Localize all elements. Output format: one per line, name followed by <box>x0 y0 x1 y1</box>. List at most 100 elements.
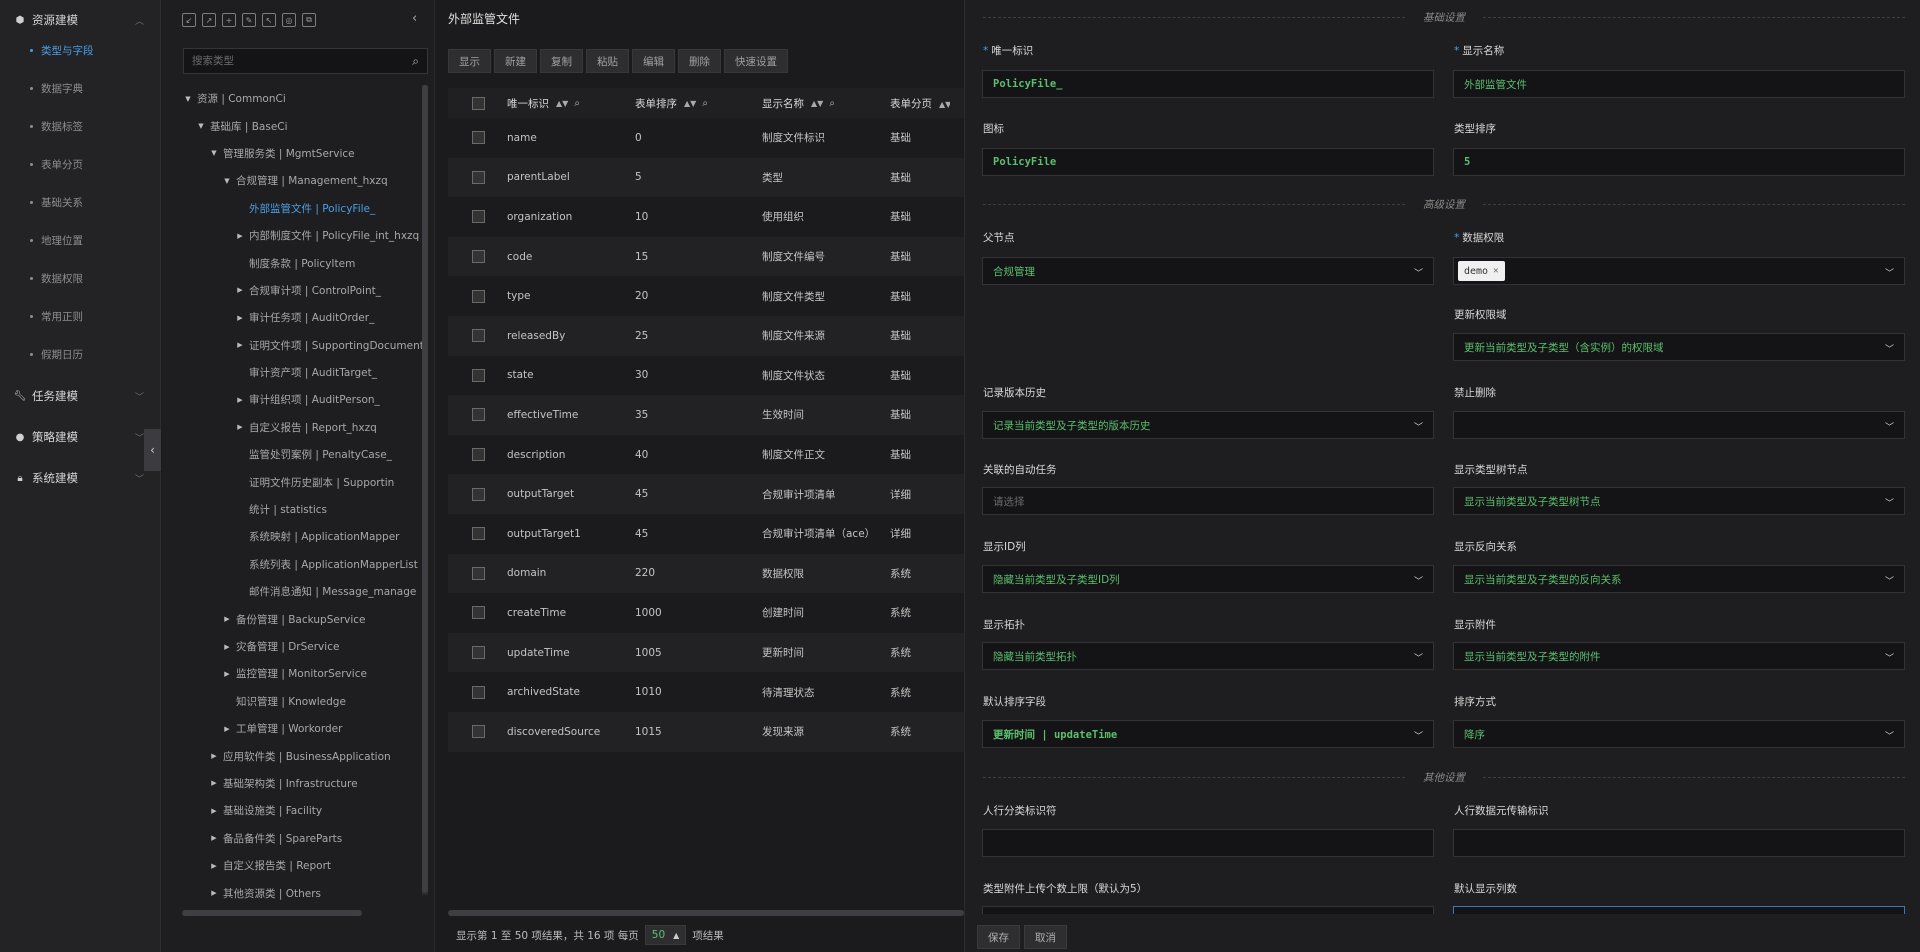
tree-node[interactable]: 外部监管文件 | PolicyFile_ <box>162 195 424 222</box>
import-icon[interactable]: ↙ <box>182 13 196 27</box>
row-checkbox[interactable] <box>472 646 485 660</box>
data-permission-select[interactable]: demo ✕ ﹀ <box>1453 257 1905 285</box>
table-row[interactable]: updateTime 1005 更新时间 系统 <box>448 632 964 673</box>
tree-node[interactable]: ▶ 其他资源类 | Others <box>162 879 424 906</box>
caret-down-icon[interactable]: ▼ <box>221 177 233 185</box>
column-header[interactable]: 显示名称 <box>762 96 804 111</box>
show-attachment-select[interactable]: 显示当前类型及子类型的附件 ﹀ <box>1453 642 1905 670</box>
industry-class-input[interactable] <box>982 829 1434 857</box>
caret-right-icon[interactable]: ▶ <box>208 752 220 760</box>
row-checkbox[interactable] <box>472 408 485 422</box>
nav-item[interactable]: 常用正则 <box>0 297 160 335</box>
table-row[interactable]: description 40 制度文件正文 基础 <box>448 435 964 475</box>
forbid-delete-select[interactable]: ﹀ <box>1453 411 1905 439</box>
nav-item[interactable]: 数据标签 <box>0 107 160 145</box>
show-reverse-relation-select[interactable]: 显示当前类型及子类型的反向关系 ﹀ <box>1453 565 1905 593</box>
focus-icon[interactable]: ◎ <box>282 13 296 27</box>
table-row[interactable]: organization 10 使用组织 基础 <box>448 197 964 237</box>
toolbar-button[interactable]: 删除 <box>678 49 721 73</box>
table-row[interactable]: archivedState 1010 待清理状态 系统 <box>448 672 964 712</box>
caret-right-icon[interactable]: ▶ <box>234 286 246 294</box>
default-sort-field-select[interactable]: 更新时间 | updateTime ﹀ <box>982 720 1434 748</box>
nav-group-policy-modeling[interactable]: ● 策略建模 ﹀ <box>0 426 160 448</box>
caret-right-icon[interactable]: ▶ <box>208 862 220 870</box>
tree-node[interactable]: ▶ 基础架构类 | Infrastructure <box>162 770 424 797</box>
table-row[interactable]: code 15 制度文件编号 基础 <box>448 236 964 277</box>
column-header[interactable]: 表单排序 <box>635 96 677 111</box>
table-row[interactable]: type 20 制度文件类型 基础 <box>448 276 964 316</box>
tree-node[interactable]: ▶ 基础设施类 | Facility <box>162 797 424 824</box>
parent-select[interactable]: 合规管理 ﹀ <box>982 257 1434 285</box>
display-name-input[interactable]: 外部监管文件 <box>1453 70 1905 98</box>
tree-node[interactable]: ▼ 管理服务类 | MgmtService <box>162 140 424 167</box>
page-size-select[interactable]: 50 ▲ <box>644 925 687 945</box>
table-row[interactable]: outputTarget1 45 合规审计项清单（ace） 详细 <box>448 514 964 554</box>
nav-item[interactable]: 表单分页 <box>0 145 160 183</box>
row-checkbox[interactable] <box>472 131 485 145</box>
table-row[interactable]: createTime 1000 创建时间 系统 <box>448 593 964 633</box>
caret-down-icon[interactable]: ▼ <box>208 149 220 157</box>
tree-node[interactable]: 系统映射 | ApplicationMapper <box>162 523 424 550</box>
tree-node[interactable]: ▶ 内部制度文件 | PolicyFile_int_hxzq <box>162 222 424 249</box>
tree-node[interactable]: ▶ 审计组织项 | AuditPerson_ <box>162 386 424 413</box>
attach-limit-input[interactable] <box>982 906 1434 914</box>
tree-node[interactable]: ▶ 备品备件类 | SpareParts <box>162 825 424 852</box>
row-checkbox[interactable] <box>472 368 485 382</box>
tree-node[interactable]: ▶ 自定义报告 | Report_hxzq <box>162 414 424 441</box>
caret-right-icon[interactable]: ▶ <box>234 341 246 349</box>
column-header[interactable]: 唯一标识 <box>507 96 549 111</box>
tree-node[interactable]: ▶ 灾备管理 | DrService <box>162 633 424 660</box>
search-icon[interactable]: ⌕ <box>702 98 708 109</box>
table-row[interactable]: outputTarget 45 合规审计项清单 详细 <box>448 474 964 514</box>
tree-node[interactable]: 邮件消息通知 | Message_manage <box>162 578 424 605</box>
close-icon[interactable]: ✕ <box>1493 266 1498 276</box>
show-topology-select[interactable]: 隐藏当前类型拓扑 ﹀ <box>982 642 1434 670</box>
row-checkbox[interactable] <box>472 487 485 501</box>
nav-group-resource-modeling[interactable]: ⬢ 资源建模 ︿ <box>0 9 160 31</box>
table-row[interactable]: state 30 制度文件状态 基础 <box>448 356 964 396</box>
caret-right-icon[interactable]: ▶ <box>208 807 220 815</box>
tree-search-input[interactable] <box>184 55 399 67</box>
caret-down-icon[interactable]: ▼ <box>195 122 207 130</box>
search-icon[interactable]: ⌕ <box>574 98 580 109</box>
tree-node[interactable]: 知识管理 | Knowledge <box>162 688 424 715</box>
sort-order-select[interactable]: 降序 ﹀ <box>1453 720 1905 748</box>
tree-node[interactable]: ▶ 合规审计项 | ControlPoint_ <box>162 277 424 304</box>
tree-node[interactable]: 统计 | statistics <box>162 496 424 523</box>
toolbar-button[interactable]: 复制 <box>540 49 583 73</box>
caret-right-icon[interactable]: ▶ <box>234 423 246 431</box>
nav-collapse-button[interactable]: ‹ <box>144 429 161 471</box>
tree-node[interactable]: ▶ 备份管理 | BackupService <box>162 605 424 632</box>
tree-node[interactable]: ▼ 合规管理 | Management_hxzq <box>162 167 424 194</box>
caret-right-icon[interactable]: ▶ <box>208 889 220 897</box>
row-checkbox[interactable] <box>472 725 485 739</box>
unique-id-input[interactable]: PolicyFile_ <box>982 70 1434 98</box>
row-checkbox[interactable] <box>472 685 485 699</box>
column-header[interactable]: 表单分页 <box>890 98 932 110</box>
sort-icon[interactable]: ▲▼ <box>811 99 823 108</box>
type-order-input[interactable]: 5 <box>1453 148 1905 176</box>
collapse-tree-icon[interactable]: ‹ <box>412 11 417 26</box>
sort-icon[interactable]: ▲▼ <box>939 100 950 109</box>
tree-node[interactable]: 监管处罚案例 | PenaltyCase_ <box>162 441 424 468</box>
icon-input[interactable]: PolicyFile <box>982 148 1434 176</box>
row-checkbox[interactable] <box>472 329 485 343</box>
auto-task-select[interactable]: 请选择 <box>982 487 1434 515</box>
tree-scrollbar-vertical[interactable] <box>422 85 428 895</box>
toolbar-button[interactable]: 显示 <box>448 49 491 73</box>
copy-icon[interactable]: ⧉ <box>302 13 316 27</box>
cancel-button[interactable]: 取消 <box>1024 925 1067 949</box>
version-history-select[interactable]: 记录当前类型及子类型的版本历史 ﹀ <box>982 411 1434 439</box>
search-icon[interactable]: ⌕ <box>829 98 835 109</box>
table-row[interactable]: name 0 制度文件标识 基础 <box>448 118 964 158</box>
caret-right-icon[interactable]: ▶ <box>208 834 220 842</box>
search-icon[interactable]: ⌕ <box>412 54 419 69</box>
update-permission-select[interactable]: 更新当前类型及子类型（含实例）的权限域 ﹀ <box>1453 333 1905 361</box>
tree-node[interactable]: 制度条款 | PolicyItem <box>162 249 424 276</box>
select-all-checkbox[interactable] <box>472 96 485 110</box>
toolbar-button[interactable]: 编辑 <box>632 49 675 73</box>
row-checkbox[interactable] <box>472 289 485 303</box>
table-row[interactable]: domain 220 数据权限 系统 <box>448 553 964 594</box>
tree-node[interactable]: ▼ 基础库 | BaseCi <box>162 112 424 139</box>
tree-node[interactable]: ▼ 资源 | CommonCi <box>162 85 424 112</box>
